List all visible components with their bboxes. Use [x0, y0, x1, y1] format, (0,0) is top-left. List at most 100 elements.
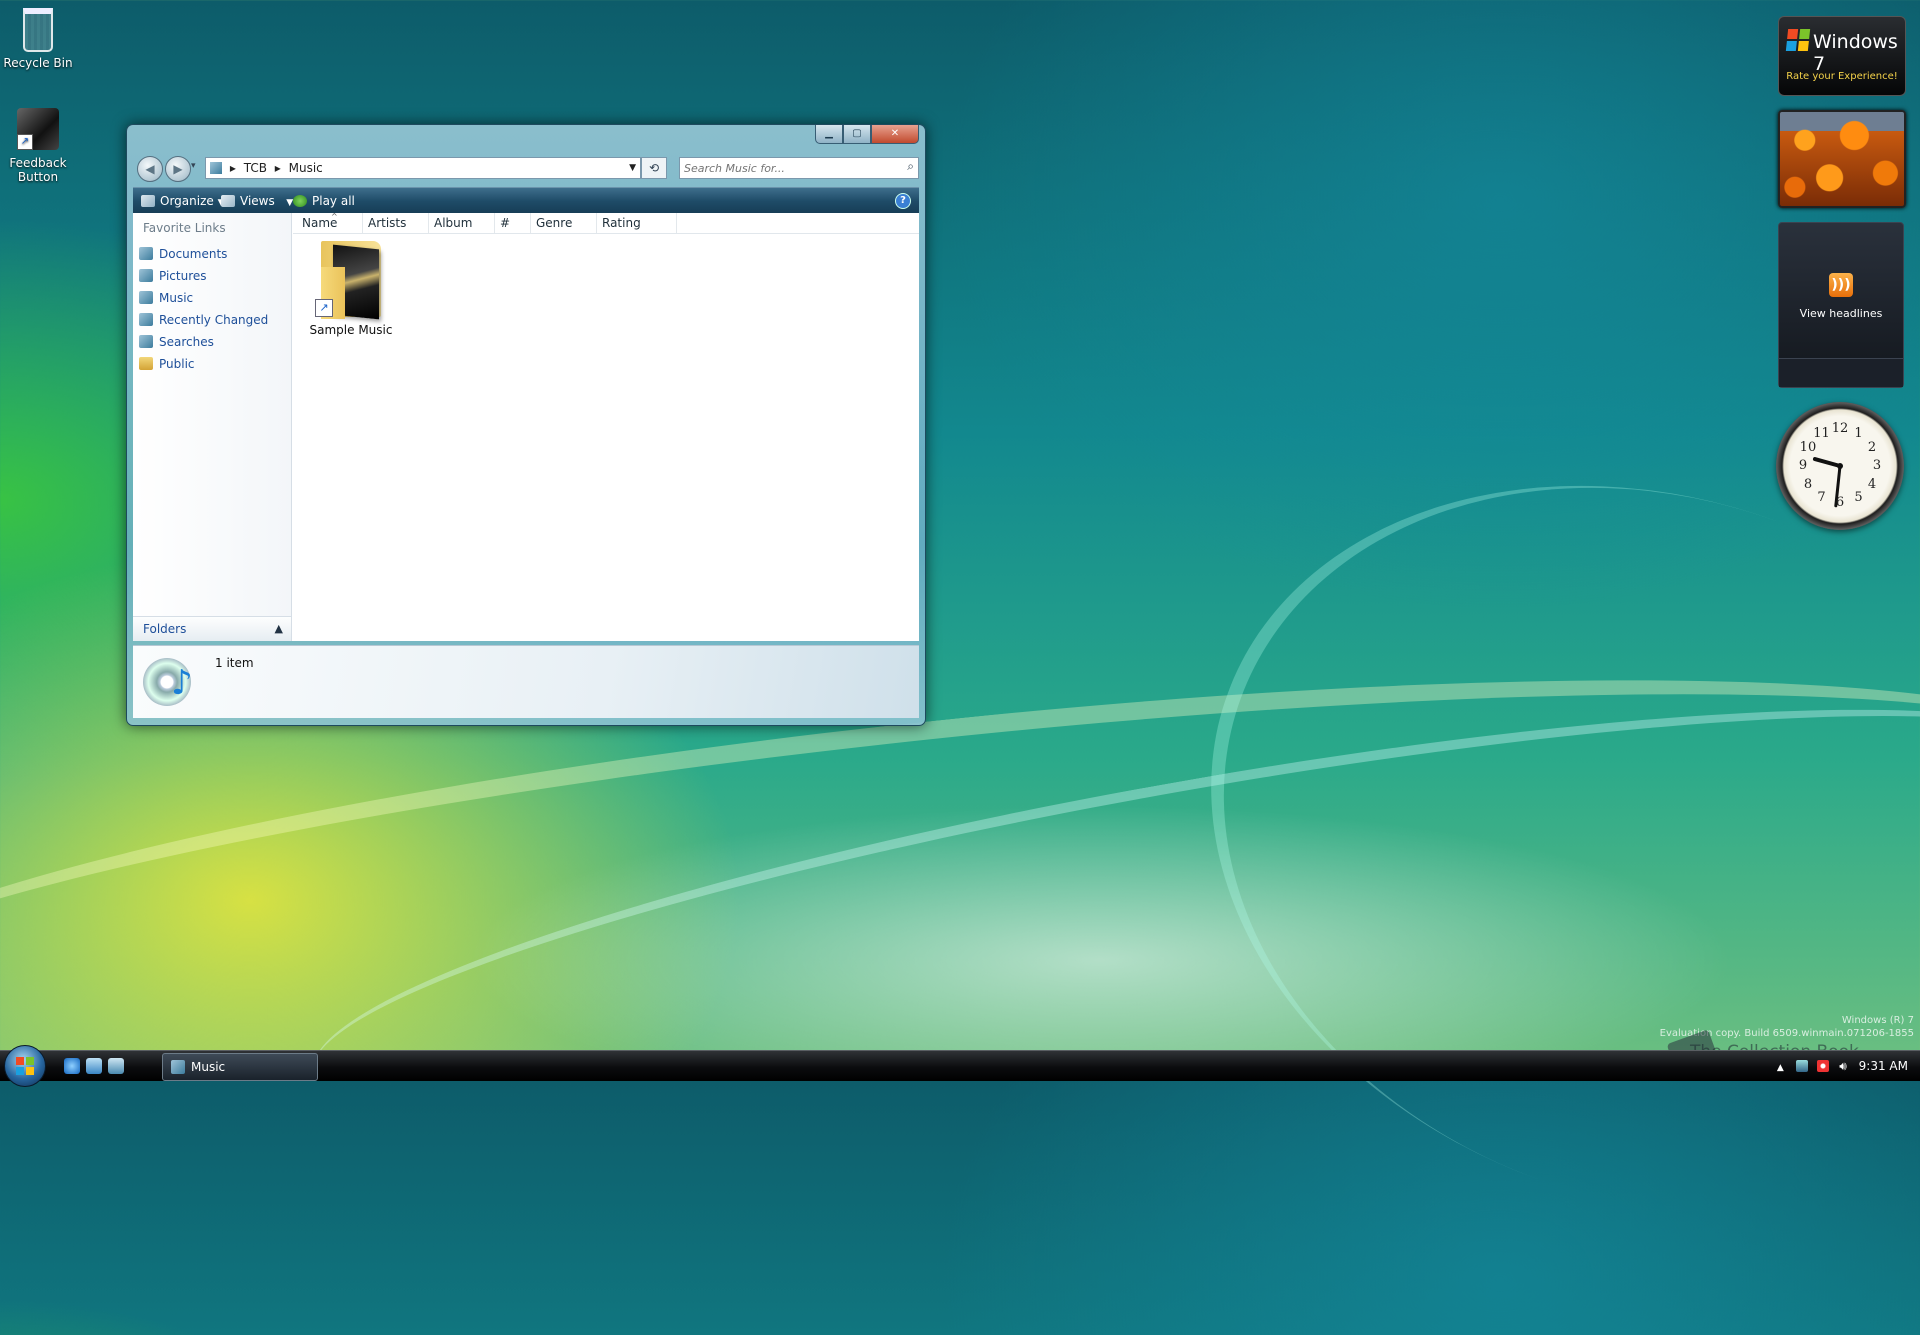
breadcrumb-root[interactable]: TCB	[244, 161, 267, 175]
gadget-title: Windows 7	[1813, 31, 1898, 75]
windows7-rating-gadget[interactable]: Windows 7 Rate your Experience!	[1778, 16, 1906, 96]
view-headlines-link[interactable]: View headlines	[1779, 307, 1903, 320]
public-folder-icon	[139, 357, 153, 370]
show-hidden-icons-chevron-icon[interactable]: ▲	[1777, 1063, 1784, 1073]
close-button[interactable]: ✕	[871, 125, 919, 144]
feed-gadget-footer	[1779, 358, 1903, 387]
feedback-icon: ↗	[16, 108, 60, 152]
sort-ascending-icon: ^	[331, 212, 338, 221]
command-bar: Organize ▼ Views ▼ Play all ?	[133, 187, 919, 214]
show-desktop-icon[interactable]	[86, 1058, 102, 1074]
search-input[interactable]	[680, 158, 886, 178]
search-box: ⌕	[679, 157, 919, 179]
clock-numeral: 8	[1803, 476, 1813, 492]
caption-buttons: ▁ ▢ ✕	[815, 125, 919, 144]
refresh-button[interactable]: ⟲	[641, 157, 667, 179]
music-folder-icon: ↗	[315, 237, 387, 321]
views-button[interactable]: Views ▼	[221, 188, 293, 214]
organize-button[interactable]: Organize ▼	[141, 188, 225, 214]
address-bar[interactable]: ▸ TCB ▸ Music ▼	[205, 157, 641, 179]
watermark-line-1: Windows (R) 7	[1841, 1015, 1914, 1026]
recycle-bin-icon	[16, 8, 60, 52]
folders-toggle[interactable]: Folders ▲	[133, 616, 291, 641]
taskbar: Music ▲ 🔊︎ 9:31 AM	[0, 1045, 1920, 1087]
searches-icon	[139, 335, 153, 348]
forward-button[interactable]: ▶	[165, 156, 191, 182]
back-button[interactable]: ◀	[137, 156, 163, 182]
column-header-name[interactable]: ^ Name	[297, 212, 363, 233]
details-pane: ♪ 1 item	[133, 645, 919, 718]
desktop-icon-feedback-button[interactable]: ↗ Feedback Button	[0, 108, 76, 184]
feed-headlines-gadget[interactable]: ))) View headlines	[1778, 222, 1904, 388]
recent-pages-chevron-icon[interactable]: ▾	[191, 161, 196, 171]
explorer-client-area: Favorite Links Documents Pictures Music …	[133, 212, 919, 641]
file-list: ^ Name Artists Album # Genre Rating ↗ Sam…	[293, 212, 919, 641]
clock-numeral: 5	[1854, 490, 1863, 506]
location-icon	[210, 162, 222, 174]
taskbar-button-music[interactable]: Music	[162, 1053, 318, 1081]
switch-windows-icon[interactable]	[108, 1058, 124, 1074]
minimize-button[interactable]: ▁	[815, 125, 843, 144]
column-headers: ^ Name Artists Album # Genre Rating	[293, 212, 919, 234]
favorite-link-music[interactable]: Music	[139, 287, 268, 309]
column-header-artists[interactable]: Artists	[363, 213, 429, 233]
clock-numeral: 11	[1813, 425, 1830, 441]
play-all-button[interactable]: Play all	[293, 188, 355, 214]
clock-time[interactable]: 9:31 AM	[1859, 1059, 1908, 1073]
file-item-label: Sample Music	[309, 323, 393, 337]
file-item-sample-music[interactable]: ↗ Sample Music	[301, 237, 401, 337]
folders-label: Folders	[143, 622, 187, 636]
desktop-icon-recycle-bin[interactable]: Recycle Bin	[0, 4, 76, 70]
navigation-pane: Favorite Links Documents Pictures Music …	[133, 213, 292, 641]
navigation-bar: ◀ ▶ ▾ ▸ TCB ▸ Music ▼ ⟲ ⌕	[133, 155, 919, 182]
slideshow-gadget[interactable]	[1778, 110, 1906, 208]
column-header-rating[interactable]: Rating	[597, 213, 677, 233]
shortcut-arrow-icon: ↗	[315, 299, 333, 317]
clock-numeral: 10	[1799, 439, 1817, 455]
clock-numeral: 12	[1831, 421, 1849, 436]
music-icon	[139, 291, 153, 304]
explorer-window[interactable]: ▁ ▢ ✕ ◀ ▶ ▾ ▸ TCB ▸ Music ▼ ⟲ ⌕ Organize…	[126, 124, 926, 726]
maximize-button[interactable]: ▢	[843, 125, 871, 144]
favorite-link-pictures[interactable]: Pictures	[139, 265, 268, 287]
column-header-track-number[interactable]: #	[495, 213, 531, 233]
favorite-link-searches[interactable]: Searches	[139, 331, 268, 353]
views-icon	[221, 195, 235, 207]
breadcrumb-separator-icon[interactable]: ▸	[230, 161, 236, 175]
gadget-subtitle[interactable]: Rate your Experience!	[1779, 71, 1905, 82]
clock-hour-hand	[1812, 457, 1842, 468]
favorite-link-documents[interactable]: Documents	[139, 243, 268, 265]
start-button[interactable]	[4, 1045, 46, 1087]
internet-explorer-icon[interactable]	[64, 1058, 80, 1074]
favorite-link-recently-changed[interactable]: Recently Changed	[139, 309, 268, 331]
rss-icon: )))	[1829, 273, 1853, 297]
explorer-icon	[171, 1060, 185, 1074]
clock-numeral: 6	[1835, 495, 1845, 510]
clock-center-pin	[1837, 463, 1843, 469]
network-icon[interactable]	[1795, 1060, 1808, 1072]
clock-numeral: 9	[1798, 458, 1808, 473]
security-alert-icon[interactable]	[1817, 1060, 1830, 1072]
help-icon[interactable]: ?	[895, 193, 911, 209]
volume-icon[interactable]: 🔊︎	[1839, 1059, 1847, 1073]
breadcrumb-current[interactable]: Music	[289, 161, 323, 175]
favorite-link-public[interactable]: Public	[139, 353, 268, 375]
clock-numeral: 3	[1872, 458, 1882, 473]
music-library-icon: ♪	[143, 652, 193, 708]
windows-logo-icon	[16, 1057, 34, 1075]
desktop-icon-label: Recycle Bin	[3, 56, 73, 70]
play-icon	[293, 195, 307, 207]
favorite-links-title: Favorite Links	[143, 221, 226, 235]
windows-flag-icon	[1785, 29, 1811, 51]
clock-gadget[interactable]: 1 2 3 4 5 6 7 8 9 10 11 12	[1776, 402, 1904, 530]
desktop-icon-label: Feedback Button	[9, 156, 67, 184]
recently-changed-icon	[139, 313, 153, 326]
chevron-up-icon: ▲	[274, 622, 283, 635]
address-dropdown-icon[interactable]: ▼	[629, 158, 636, 178]
column-header-genre[interactable]: Genre	[531, 213, 597, 233]
clock-numeral: 7	[1817, 490, 1826, 506]
column-header-album[interactable]: Album	[429, 213, 495, 233]
breadcrumb-separator-icon[interactable]: ▸	[275, 161, 281, 175]
search-icon[interactable]: ⌕	[907, 159, 914, 174]
system-tray: ▲ 🔊︎ 9:31 AM	[1777, 1051, 1908, 1081]
